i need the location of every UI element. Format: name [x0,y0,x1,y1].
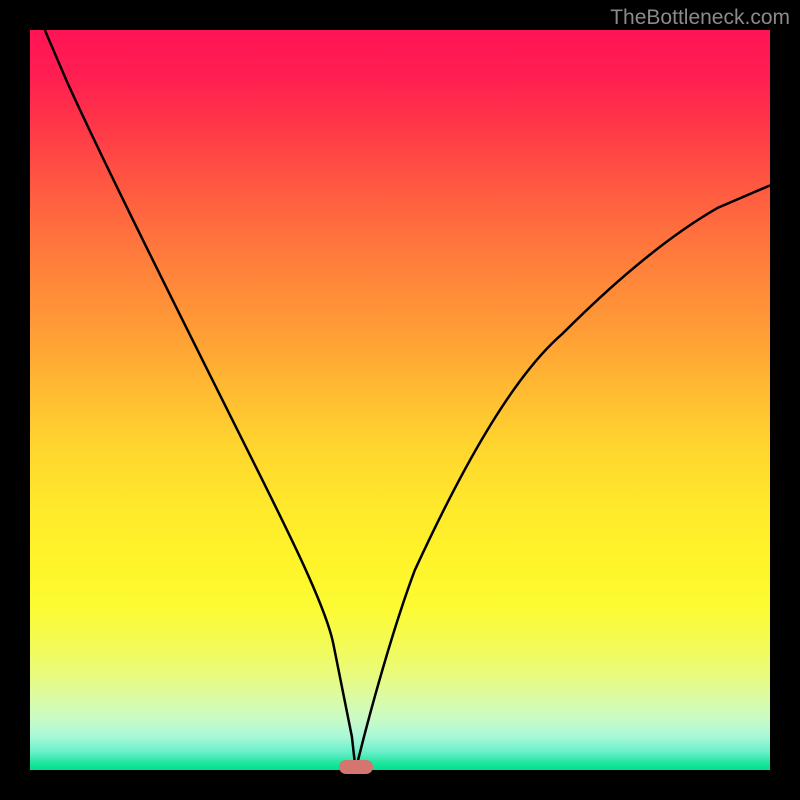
curve-right-branch [356,185,770,770]
bottleneck-marker [339,760,373,774]
plot-area [30,30,770,770]
curve-left-branch [45,30,356,770]
chart-container: TheBottleneck.com [0,0,800,800]
curve-svg [30,30,770,770]
watermark-text: TheBottleneck.com [610,6,790,30]
